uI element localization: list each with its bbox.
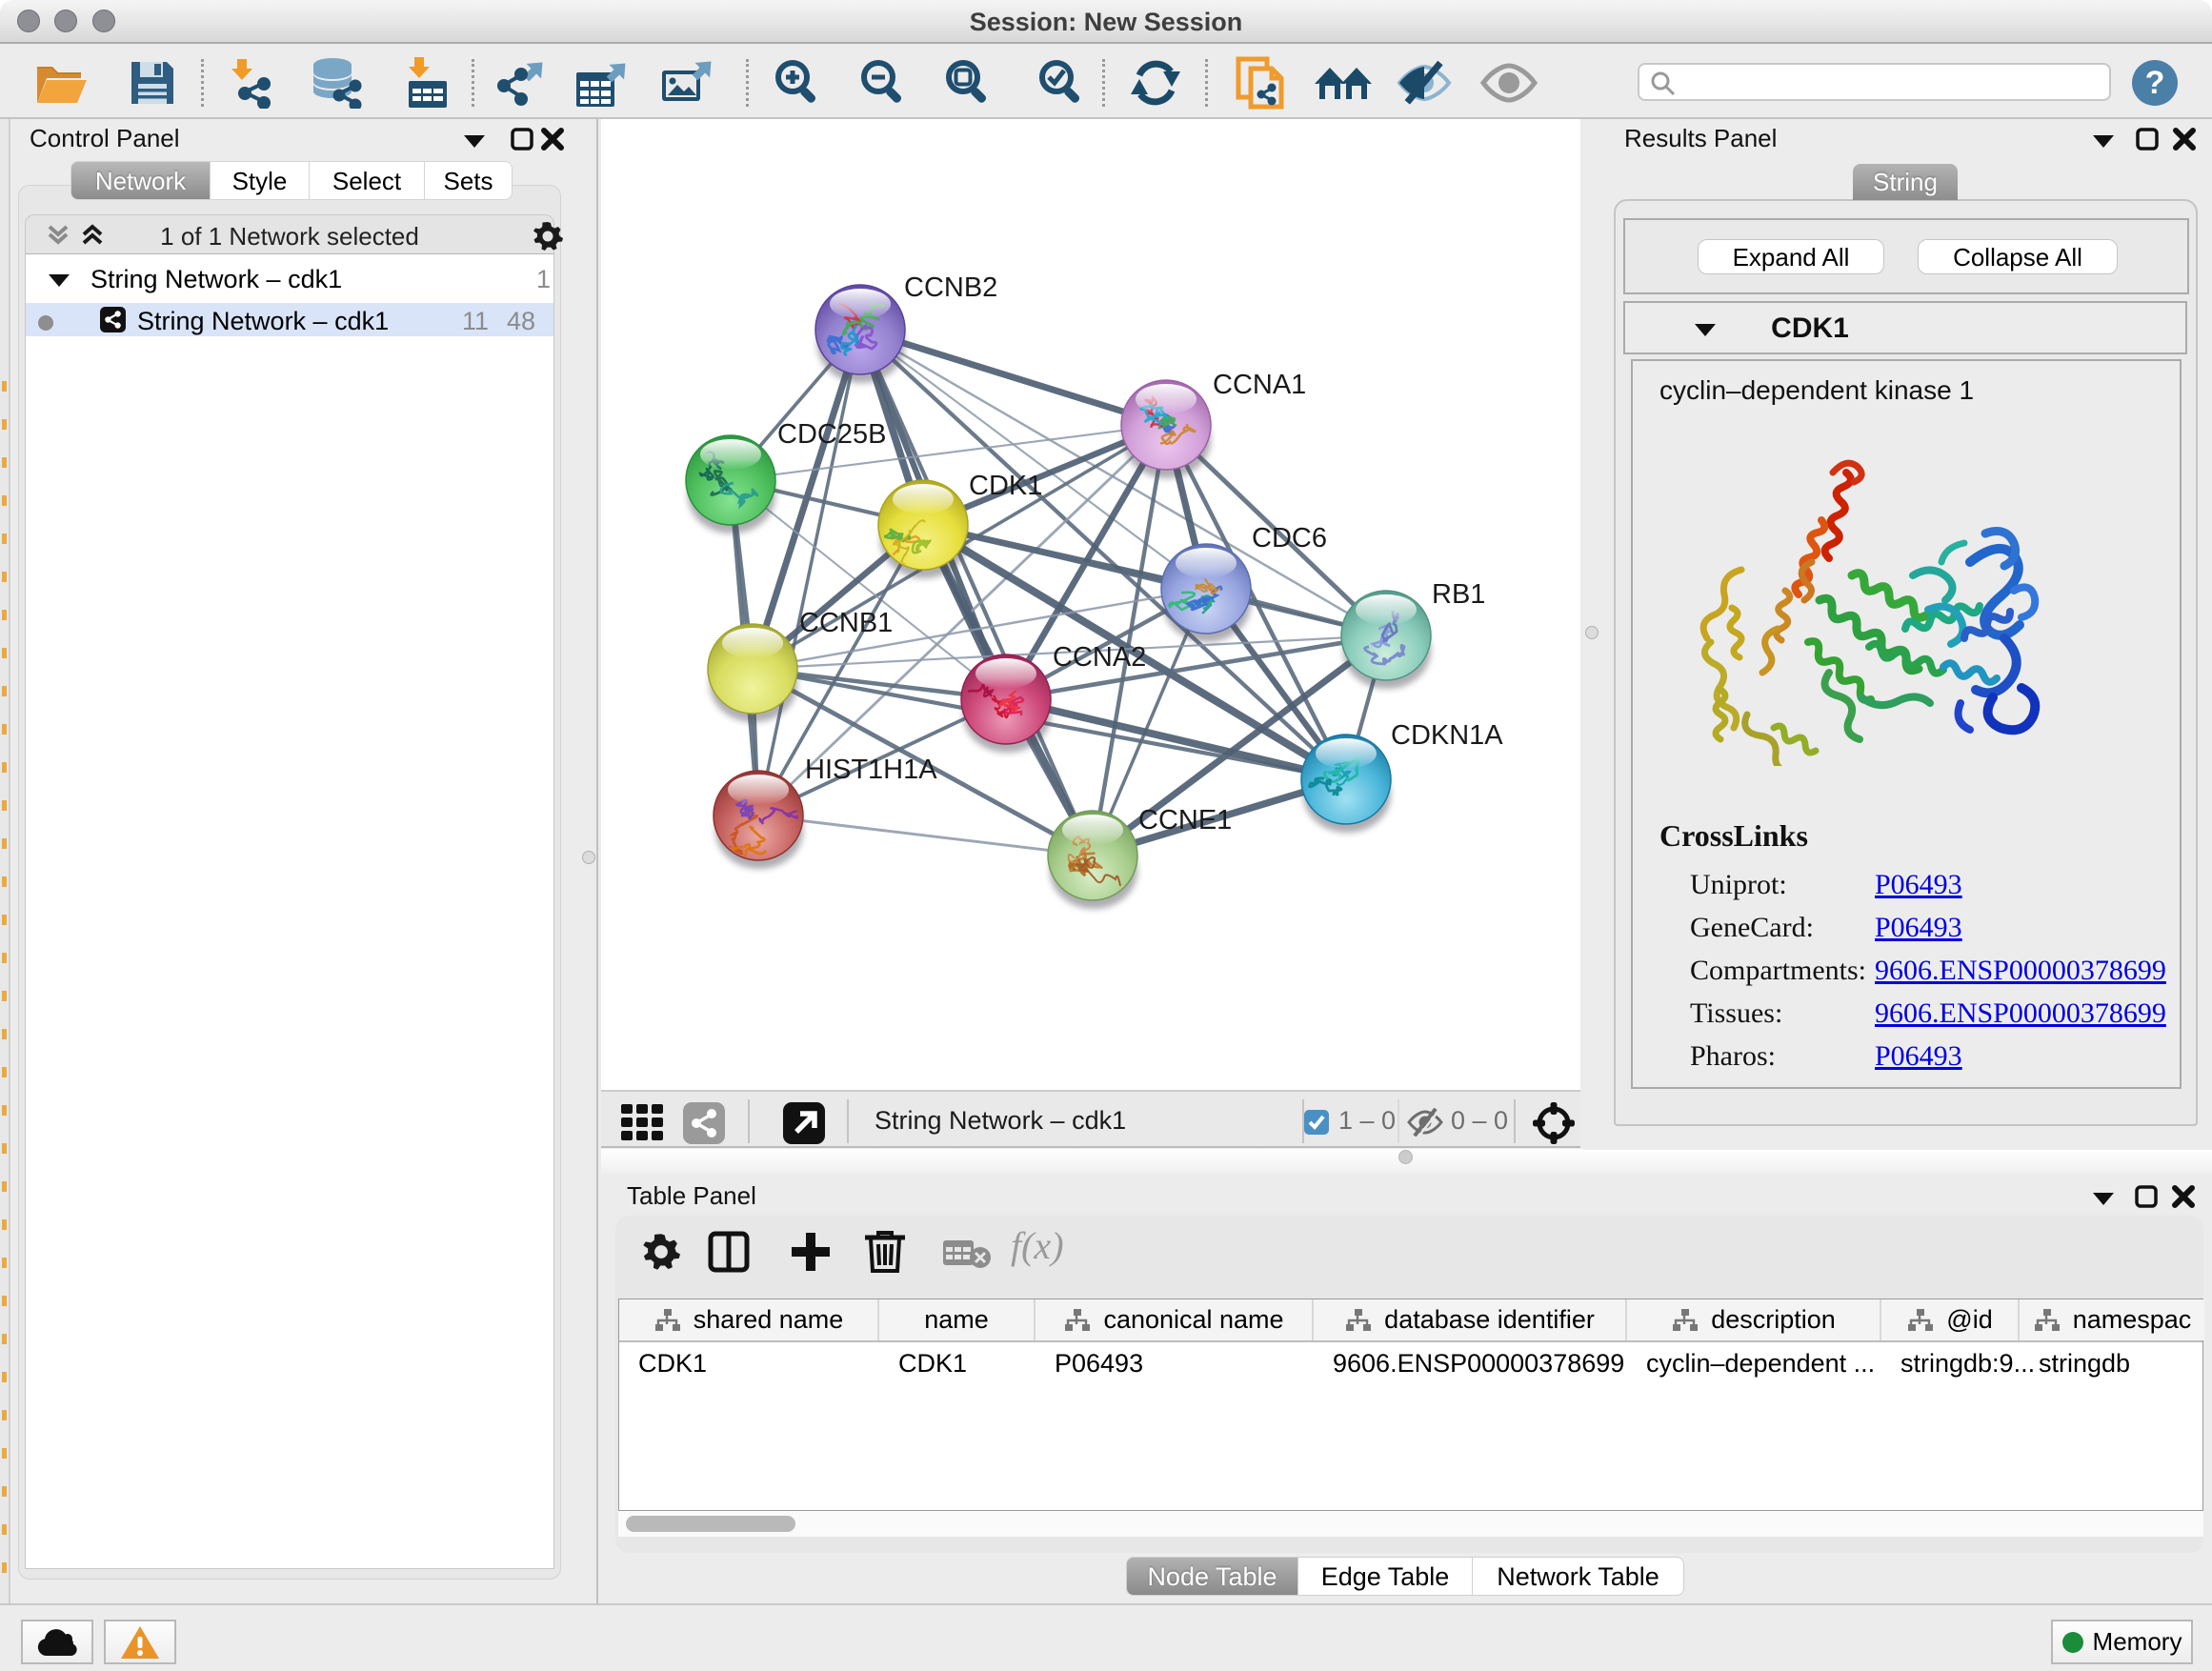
svg-text:HIST1H1A: HIST1H1A	[805, 755, 937, 785]
svg-text:CCNB2: CCNB2	[904, 272, 997, 303]
svg-text:?: ?	[2145, 65, 2165, 101]
svg-text:CDKN1A: CDKN1A	[1391, 720, 1503, 751]
svg-text:CDC25B: CDC25B	[777, 419, 886, 450]
svg-text:CCNA1: CCNA1	[1213, 370, 1306, 400]
svg-text:CCNB1: CCNB1	[799, 608, 893, 638]
svg-text:CDK1: CDK1	[969, 471, 1042, 501]
svg-text:RB1: RB1	[1432, 579, 1485, 610]
svg-text:CDC6: CDC6	[1252, 523, 1327, 554]
svg-text:CCNE1: CCNE1	[1138, 805, 1232, 836]
svg-text:CCNA2: CCNA2	[1053, 642, 1146, 673]
